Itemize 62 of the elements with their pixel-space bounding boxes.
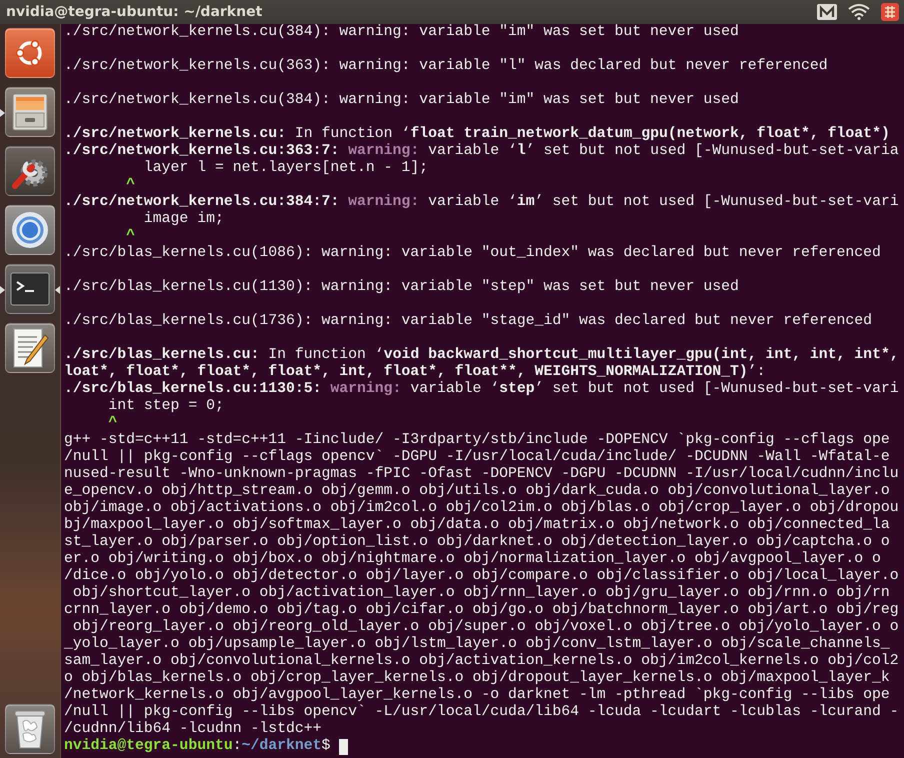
terminal-line: image im; [142, 211, 224, 228]
terminal-line: _yolo_layer.o obj/upsample_layer.o obj/lstm_layer.o obj/conv_lstm_layer.o obj/scale_channels_ [64, 636, 890, 653]
terminal-line: st_layer.o obj/parser.o obj/option_list.o obj/darknet.o obj/detection_layer.o obj/captcha.o o [64, 534, 890, 551]
terminal-line: /dice.o obj/yolo.o obj/detector.o obj/layer.o obj/compare.o obj/classifier.o obj/local_layer.o [64, 568, 899, 585]
terminal-line: ./src/network_kernels.cu(384): warning: variable "im" was set but never used [64, 24, 739, 41]
trash-icon [13, 708, 47, 750]
terminal-line: layer l = net.layers[net.n - 1]; [142, 160, 428, 177]
warning-message: variable ‘step’ set but not used [-Wunused-but-set-vari [410, 381, 899, 398]
warning-message: variable ‘im’ set but not used [-Wunused-but-set-vari [428, 194, 899, 211]
terminal-line: /null || pkg-config --libs opencv` -L/usr/local/cuda/lib64 -lcuda -lcudart -lcublas -lcurand - [64, 704, 899, 721]
terminal-line: e_opencv.o obj/http_stream.o obj/gemm.o obj/utils.o obj/dark_cuda.o obj/convolutional_layer.o [64, 483, 890, 500]
input-method-icon[interactable] [880, 2, 900, 22]
browser-button[interactable] [5, 205, 55, 255]
source-location: ./src/network_kernels.cu:363:7: [64, 143, 340, 160]
terminal-line: obj/shortcut_layer.o obj/activation_layer.o obj/rnn_layer.o obj/gru_layer.o obj/rnn.o obj/rn [72, 585, 890, 602]
error-caret: ^ [125, 177, 136, 194]
prompt-path: ~/darknet [242, 738, 322, 755]
terminal-line: ./src/network_kernels.cu: In function ‘float train_network_datum_gpu(network, float*, float*) [64, 126, 890, 143]
terminal-line: ./src/network_kernels.cu(363): warning: variable "l" was declared but never referenced [64, 58, 828, 75]
error-caret: ^ [125, 228, 136, 245]
terminal-line: ./src/blas_kernels.cu(1086): warning: variable "out_index" was declared but never referenced [64, 245, 881, 262]
error-caret: ^ [107, 415, 118, 432]
prompt-symbol: $ [322, 738, 330, 755]
terminal-line: ./src/blas_kernels.cu(1736): warning: variable "stage_id" was declared but never referenced [64, 313, 872, 330]
wifi-icon[interactable] [848, 4, 870, 20]
warning-message: variable ‘l’ set but not used [-Wunused-but-set-varia [428, 143, 899, 160]
terminal-line: ./src/network_kernels.cu(384): warning: variable "im" was set but never used [64, 92, 739, 109]
terminal-line: /cudnn/lib64 -lcudnn -lstdc++ [64, 721, 322, 738]
warning-label: warning: [330, 381, 402, 398]
terminal-button[interactable] [5, 264, 55, 314]
terminal-icon [10, 272, 50, 306]
prompt-separator: : [232, 738, 242, 755]
terminal-line: bj/maxpool_layer.o obj/softmax_layer.o obj/data.o obj/matrix.o obj/network.o obj/connected_la [64, 517, 890, 534]
trash-button[interactable] [5, 704, 55, 754]
warning-label: warning: [348, 194, 420, 211]
keyboard-icon[interactable] [816, 3, 838, 21]
text-editor-icon [11, 327, 49, 369]
ubuntu-logo-button[interactable] [5, 28, 55, 78]
source-location: ./src/blas_kernels.cu:1130:5: [64, 381, 322, 398]
terminal-line: /null || pkg-config --cflags opencv` -DGPU -I/usr/local/cuda/include/ -DCUDNN -Wall -Wfatal-e [64, 449, 890, 466]
terminal-line: obj/image.o obj/activations.o obj/im2col.o obj/col2im.o obj/blas.o obj/crop_layer.o obj/dropou [64, 500, 899, 517]
terminal-line: obj/reorg_layer.o obj/reorg_old_layer.o obj/super.o obj/voxel.o obj/tree.o obj/yolo_layer.o o [72, 619, 899, 636]
prompt-user: nvidia@tegra-ubuntu [64, 738, 233, 755]
terminal-line: /network_kernels.o obj/avgpool_layer_kernels.o -o darknet -lm -pthread `pkg-config --libs ope [64, 687, 890, 704]
terminal-line: o obj/blas_kernels.o obj/crop_layer_kernels.o obj/dropout_layer_kernels.o obj/maxpool_layer_k [64, 670, 890, 687]
warning-label: warning: [348, 143, 420, 160]
source-location: ./src/network_kernels.cu:384:7: [64, 194, 340, 211]
terminal-line: ./src/blas_kernels.cu: In function ‘void backward_shortcut_multilayer_gpu(int, int, int, int*, [64, 347, 899, 364]
terminal-line: ./src/blas_kernels.cu(1130): warning: variable "step" was set but never used [64, 279, 739, 296]
text-editor-button[interactable] [5, 323, 55, 373]
file-cabinet-icon [11, 92, 49, 132]
terminal-line: sam_layer.o obj/convolutional_kernels.o obj/activation_kernels.o obj/im2col_kernels.o obj/col2 [64, 653, 899, 670]
terminal-line: loat*, float*, float*, float*, int, float*, float**, WEIGHTS_NORMALIZATION_T)’: [64, 364, 766, 381]
window-title: nvidia@tegra-ubuntu: ~/darknet [6, 4, 262, 20]
wrench-gear-button[interactable] [5, 146, 55, 196]
terminal-line: er.o obj/writing.o obj/box.o obj/nightmare.o obj/normalization_layer.o obj/avgpool_layer.o o [64, 551, 881, 568]
terminal-line: crnn_layer.o obj/demo.o obj/tag.o obj/cifar.o obj/go.o obj/batchnorm_layer.o obj/art.o obj/reg [64, 602, 899, 619]
terminal-line: nused-result -Wno-unknown-pragmas -fPIC -Ofast -DOPENCV -DGPU -DCUDNN -I/usr/local/cudnn/inclu [64, 466, 899, 483]
browser-icon [10, 210, 50, 250]
terminal-line: int step = 0; [107, 398, 224, 415]
terminal-line: g++ -std=c++11 -std=c++11 -Iinclude/ -I3rdparty/stb/include -DOPENCV `pkg-config --cflags ope [64, 432, 890, 449]
file-cabinet-button[interactable] [5, 87, 55, 137]
